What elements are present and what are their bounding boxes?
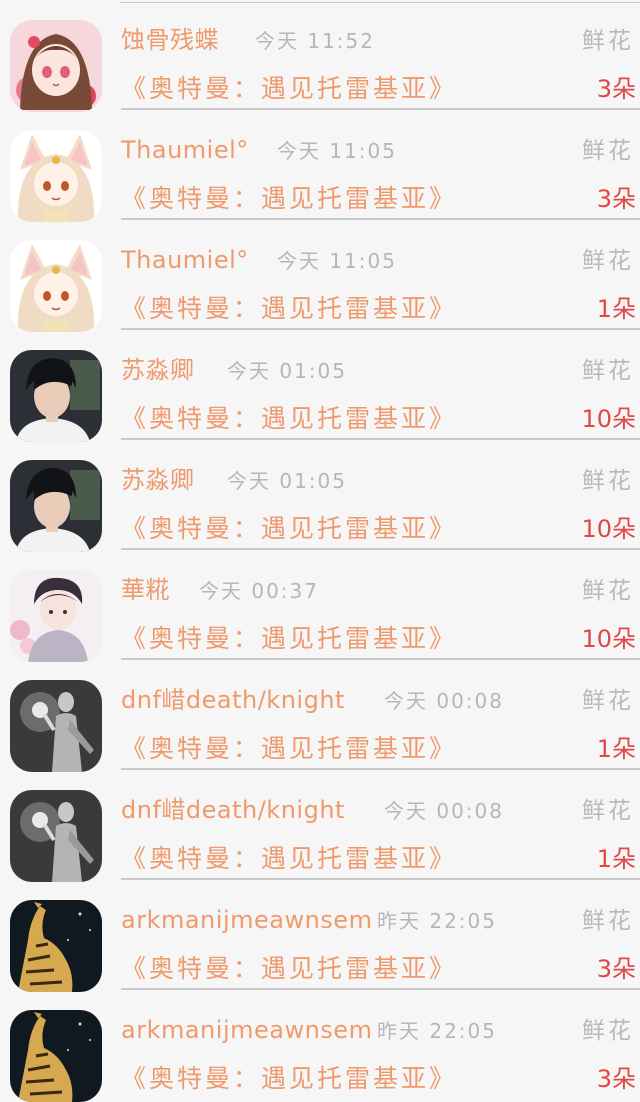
username[interactable]: dnf㟙death/knight <box>121 792 345 828</box>
gift-record-row[interactable]: 苏淼卿 今天 01:05 鲜花 《奥特曼：遇见托雷基亚》 10朵 <box>0 440 640 552</box>
avatar[interactable] <box>10 790 102 882</box>
book-title[interactable]: 《奥特曼：遇见托雷基亚》 <box>121 71 457 107</box>
gift-record-row[interactable]: Thaumiel° 今天 11:05 鲜花 《奥特曼：遇见托雷基亚》 3朵 <box>0 110 640 222</box>
avatar[interactable] <box>10 680 102 772</box>
username[interactable]: arkmanijmeawnsem <box>121 902 372 938</box>
gift-count: 10朵 <box>581 625 636 653</box>
username[interactable]: 華糀 <box>121 572 170 608</box>
book-title[interactable]: 《奥特曼：遇见托雷基亚》 <box>121 401 457 437</box>
gift-count: 3朵 <box>596 185 636 213</box>
gift-type-label: 鲜花 <box>582 138 634 164</box>
book-title[interactable]: 《奥特曼：遇见托雷基亚》 <box>121 841 457 877</box>
book-title[interactable]: 《奥特曼：遇见托雷基亚》 <box>121 951 457 987</box>
gift-record-row[interactable]: 苏淼卿 今天 01:05 鲜花 《奥特曼：遇见托雷基亚》 10朵 <box>0 330 640 442</box>
username[interactable]: 苏淼卿 <box>121 352 195 388</box>
gift-type-label: 鲜花 <box>582 468 634 494</box>
timestamp: 今天 00:37 <box>199 579 319 603</box>
gift-record-row[interactable]: arkmanijmeawnsem 昨天 22:05 鲜花 《奥特曼：遇见托雷基亚… <box>0 880 640 992</box>
avatar[interactable] <box>10 460 102 552</box>
avatar[interactable] <box>10 350 102 442</box>
gift-type-label: 鲜花 <box>582 908 634 934</box>
avatar[interactable] <box>10 130 102 222</box>
gift-record-row[interactable]: dnf㟙death/knight 今天 00:08 鲜花 《奥特曼：遇见托雷基亚… <box>0 770 640 882</box>
book-title[interactable]: 《奥特曼：遇见托雷基亚》 <box>121 181 457 217</box>
gift-type-label: 鲜花 <box>582 28 634 54</box>
book-title[interactable]: 《奥特曼：遇见托雷基亚》 <box>121 731 457 767</box>
timestamp: 昨天 22:05 <box>377 1019 497 1043</box>
gift-count: 1朵 <box>596 735 636 763</box>
timestamp: 今天 01:05 <box>227 359 347 383</box>
gift-type-label: 鲜花 <box>582 578 634 604</box>
avatar[interactable] <box>10 570 102 662</box>
gift-count: 1朵 <box>596 295 636 323</box>
gift-record-row[interactable]: Thaumiel° 今天 11:05 鲜花 《奥特曼：遇见托雷基亚》 1朵 <box>0 220 640 332</box>
book-title[interactable]: 《奥特曼：遇见托雷基亚》 <box>121 511 457 547</box>
timestamp: 今天 11:05 <box>277 249 397 273</box>
gift-count: 3朵 <box>596 955 636 983</box>
gift-type-label: 鲜花 <box>582 798 634 824</box>
book-title[interactable]: 《奥特曼：遇见托雷基亚》 <box>121 291 457 327</box>
gift-record-row[interactable]: 蚀骨残蝶 今天 11:52 鲜花 《奥特曼：遇见托雷基亚》 3朵 <box>0 0 640 112</box>
username[interactable]: Thaumiel° <box>121 132 249 168</box>
username[interactable]: dnf㟙death/knight <box>121 682 345 718</box>
avatar[interactable] <box>10 20 102 112</box>
gift-record-list: 蚀骨残蝶 今天 11:52 鲜花 《奥特曼：遇见托雷基亚》 3朵 Thaumie… <box>0 0 640 1102</box>
timestamp: 今天 00:08 <box>384 689 504 713</box>
username[interactable]: arkmanijmeawnsem <box>121 1012 372 1048</box>
timestamp: 今天 01:05 <box>227 469 347 493</box>
gift-count: 10朵 <box>581 405 636 433</box>
gift-type-label: 鲜花 <box>582 688 634 714</box>
timestamp: 昨天 22:05 <box>377 909 497 933</box>
username[interactable]: 蚀骨残蝶 <box>121 22 219 58</box>
username[interactable]: 苏淼卿 <box>121 462 195 498</box>
avatar[interactable] <box>10 1010 102 1102</box>
username[interactable]: Thaumiel° <box>121 242 249 278</box>
gift-count: 3朵 <box>596 75 636 103</box>
gift-type-label: 鲜花 <box>582 1018 634 1044</box>
timestamp: 今天 00:08 <box>384 799 504 823</box>
gift-record-row[interactable]: 華糀 今天 00:37 鲜花 《奥特曼：遇见托雷基亚》 10朵 <box>0 550 640 662</box>
gift-type-label: 鲜花 <box>582 248 634 274</box>
avatar[interactable] <box>10 240 102 332</box>
gift-record-row[interactable]: dnf㟙death/knight 今天 00:08 鲜花 《奥特曼：遇见托雷基亚… <box>0 660 640 772</box>
gift-count: 3朵 <box>596 1065 636 1093</box>
timestamp: 今天 11:52 <box>255 29 375 53</box>
avatar[interactable] <box>10 900 102 992</box>
book-title[interactable]: 《奥特曼：遇见托雷基亚》 <box>121 1061 457 1097</box>
gift-type-label: 鲜花 <box>582 358 634 384</box>
gift-record-row[interactable]: arkmanijmeawnsem 昨天 22:05 鲜花 《奥特曼：遇见托雷基亚… <box>0 990 640 1102</box>
gift-count: 1朵 <box>596 845 636 873</box>
timestamp: 今天 11:05 <box>277 139 397 163</box>
gift-count: 10朵 <box>581 515 636 543</box>
book-title[interactable]: 《奥特曼：遇见托雷基亚》 <box>121 621 457 657</box>
